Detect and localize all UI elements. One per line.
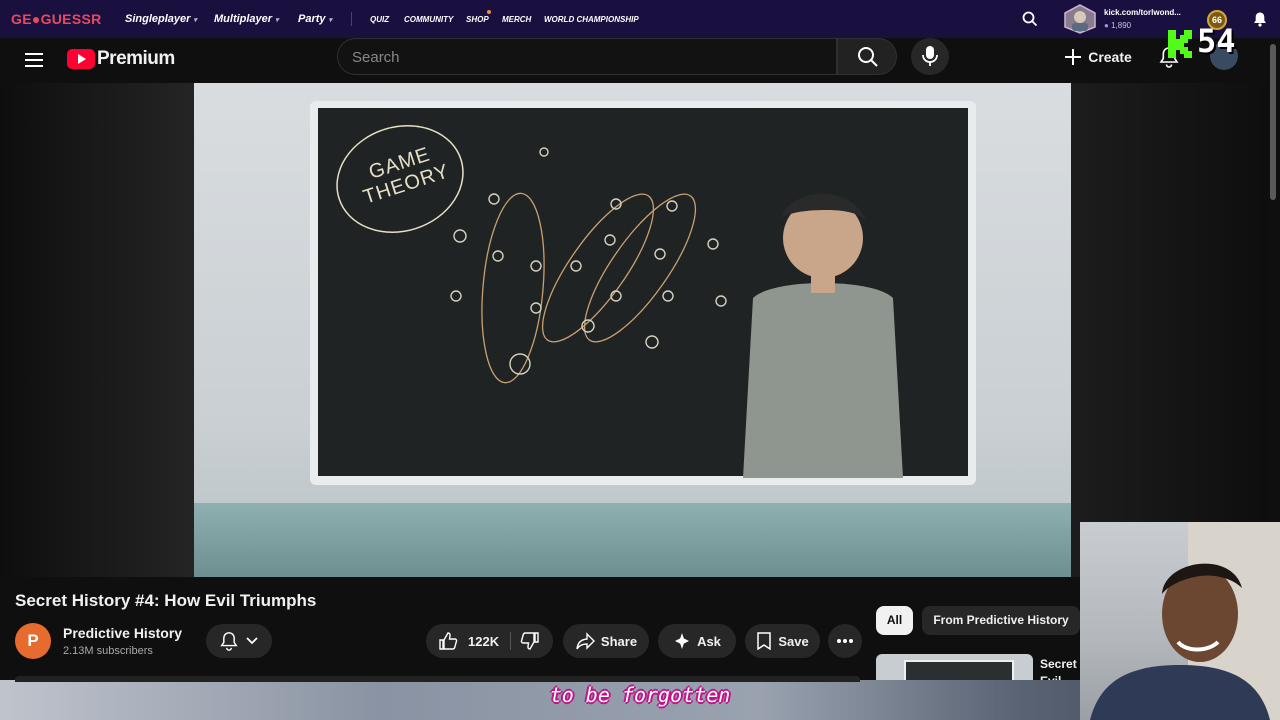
more-actions-button[interactable] — [828, 624, 862, 658]
shop-notification-dot — [487, 10, 491, 14]
search-input[interactable]: Search — [337, 38, 837, 75]
nav-divider — [351, 12, 352, 26]
more-horizontal-icon — [837, 639, 853, 643]
search-icon — [858, 47, 878, 67]
plus-icon — [1065, 48, 1082, 65]
like-divider — [510, 632, 511, 650]
microphone-icon — [922, 46, 938, 66]
like-count[interactable]: 122K — [468, 634, 499, 649]
search-placeholder: Search — [352, 49, 400, 66]
streamer — [1090, 563, 1270, 720]
streamer-webcam — [1080, 522, 1280, 720]
nav-merch[interactable]: MERCH — [502, 15, 531, 24]
nav-quiz[interactable]: QUIZ — [370, 15, 389, 24]
subscription-notifications-button[interactable] — [206, 624, 272, 658]
save-button[interactable]: Save — [745, 624, 820, 658]
voice-search-button[interactable] — [911, 38, 949, 75]
kick-viewer-count: 54 — [1197, 22, 1236, 60]
create-button[interactable]: Create — [1056, 39, 1140, 74]
channel-name[interactable]: Predictive History — [63, 625, 182, 641]
like-dislike-group: 122K — [426, 624, 553, 658]
channel-avatar[interactable]: P — [15, 623, 51, 659]
chip-from-channel[interactable]: From Predictive History — [922, 606, 1080, 635]
nav-community[interactable]: COMMUNITY — [404, 15, 453, 24]
chevron-down-icon — [246, 637, 258, 645]
ask-label: Ask — [697, 633, 721, 649]
create-label: Create — [1088, 48, 1132, 65]
subscriber-count: 2.13M subscribers — [63, 645, 153, 657]
youtube-play-icon — [67, 49, 95, 69]
chalkboard: GAME THEORY — [318, 108, 968, 478]
youtube-premium-logo[interactable]: Premium — [67, 48, 175, 70]
geoguessr-top-bar: GE●GUESSR Singleplayer ▾ Multiplayer ▾ Par… — [0, 0, 1280, 38]
nav-shop[interactable]: SHOP — [466, 15, 489, 24]
geo-search-icon[interactable] — [1022, 11, 1038, 32]
geoguessr-logo[interactable]: GE●GUESSR — [11, 11, 102, 27]
video-frame[interactable]: GAME THEORY — [194, 83, 1071, 577]
nav-singleplayer[interactable]: Singleplayer ▾ — [125, 13, 197, 25]
page-scrollbar-thumb[interactable] — [1270, 44, 1276, 200]
nav-party[interactable]: Party ▾ — [298, 13, 332, 25]
bookmark-icon — [757, 632, 772, 650]
geo-bell-icon[interactable] — [1252, 11, 1268, 32]
hamburger-menu-icon[interactable] — [22, 48, 46, 72]
share-label: Share — [600, 633, 638, 649]
nav-multiplayer[interactable]: Multiplayer ▾ — [214, 13, 279, 25]
chip-all[interactable]: All — [876, 606, 913, 635]
search-button[interactable] — [837, 38, 897, 75]
geo-avatar[interactable] — [1062, 4, 1098, 34]
sparkle-icon — [675, 633, 690, 649]
bell-icon — [220, 632, 238, 651]
ask-button[interactable]: Ask — [658, 624, 736, 658]
thumbs-up-icon[interactable] — [438, 631, 458, 651]
video-floor — [194, 503, 1071, 577]
nav-world-championship[interactable]: WORLD CHAMPIONSHIP — [544, 15, 639, 24]
coin-icon: ● — [1104, 21, 1109, 30]
video-title: Secret History #4: How Evil Triumphs — [15, 591, 317, 610]
kick-viewer-badge: 54 — [1166, 22, 1250, 62]
thumbs-down-icon[interactable] — [520, 631, 540, 651]
geo-coins: ● 1,890 — [1104, 21, 1132, 30]
share-icon — [576, 632, 595, 650]
geo-username[interactable]: kick.com/torlwond... — [1104, 8, 1181, 17]
presenter — [743, 193, 903, 478]
share-button[interactable]: Share — [563, 624, 649, 658]
youtube-header: Premium Search Create — [0, 38, 1268, 83]
save-label: Save — [778, 633, 809, 649]
